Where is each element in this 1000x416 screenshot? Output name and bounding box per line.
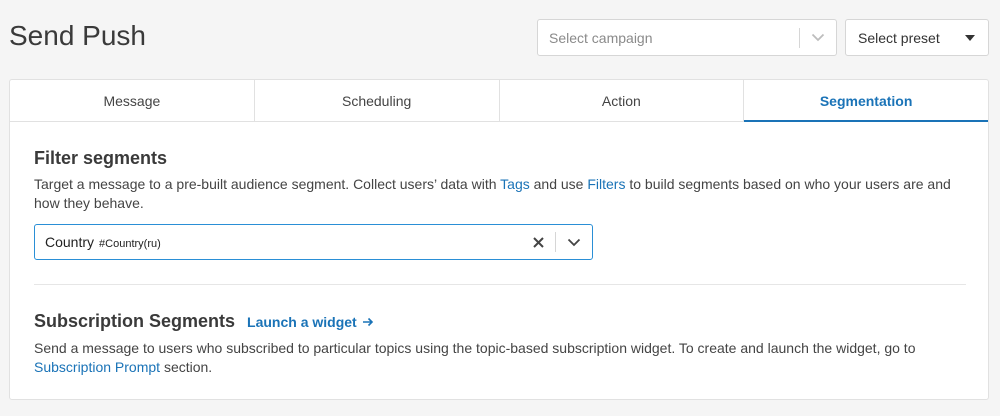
tab-segmentation[interactable]: Segmentation: [744, 80, 988, 122]
subscription-desc-text-2: section.: [160, 359, 213, 375]
subscription-header: Subscription Segments Launch a widget: [34, 310, 964, 332]
push-settings-card: Message Scheduling Action Segmentation F…: [9, 79, 989, 400]
filter-desc-text-2: and use: [529, 176, 588, 192]
subscription-desc-text-1: Send a message to users who subscribed t…: [34, 340, 916, 356]
filters-link[interactable]: Filters: [587, 176, 625, 192]
tab-action[interactable]: Action: [500, 80, 745, 121]
tab-scheduling[interactable]: Scheduling: [255, 80, 500, 121]
segment-select-value: Country #Country(ru): [35, 234, 521, 250]
campaign-select[interactable]: Select campaign: [537, 19, 837, 56]
section-divider: [34, 284, 966, 285]
arrow-right-icon: [362, 317, 373, 327]
tab-bar: Message Scheduling Action Segmentation: [10, 80, 988, 122]
page-title: Send Push: [9, 20, 146, 51]
filter-segments-description: Target a message to a pre-built audience…: [34, 175, 964, 213]
close-icon[interactable]: [521, 236, 555, 248]
segment-tag: #Country(ru): [99, 238, 161, 250]
chevron-down-icon[interactable]: [556, 238, 592, 247]
subscription-segments-title: Subscription Segments: [34, 311, 236, 331]
segment-select[interactable]: Country #Country(ru): [34, 224, 593, 260]
subscription-prompt-link[interactable]: Subscription Prompt: [34, 359, 160, 375]
segmentation-panel: Filter segments Target a message to a pr…: [10, 147, 988, 377]
caret-down-icon: [965, 34, 975, 41]
tab-message[interactable]: Message: [10, 80, 255, 121]
tags-link[interactable]: Tags: [500, 176, 530, 192]
campaign-select-placeholder: Select campaign: [549, 29, 653, 46]
launch-widget-link[interactable]: Launch a widget: [247, 314, 374, 330]
launch-widget-label: Launch a widget: [247, 314, 357, 330]
preset-select-label: Select preset: [858, 29, 940, 46]
preset-select[interactable]: Select preset: [845, 19, 989, 56]
filter-desc-text-1: Target a message to a pre-built audience…: [34, 176, 501, 192]
chevron-down-icon[interactable]: [800, 33, 836, 42]
subscription-description: Send a message to users who subscribed t…: [34, 339, 964, 377]
segment-name: Country: [45, 234, 95, 250]
filter-segments-title: Filter segments: [34, 148, 168, 168]
